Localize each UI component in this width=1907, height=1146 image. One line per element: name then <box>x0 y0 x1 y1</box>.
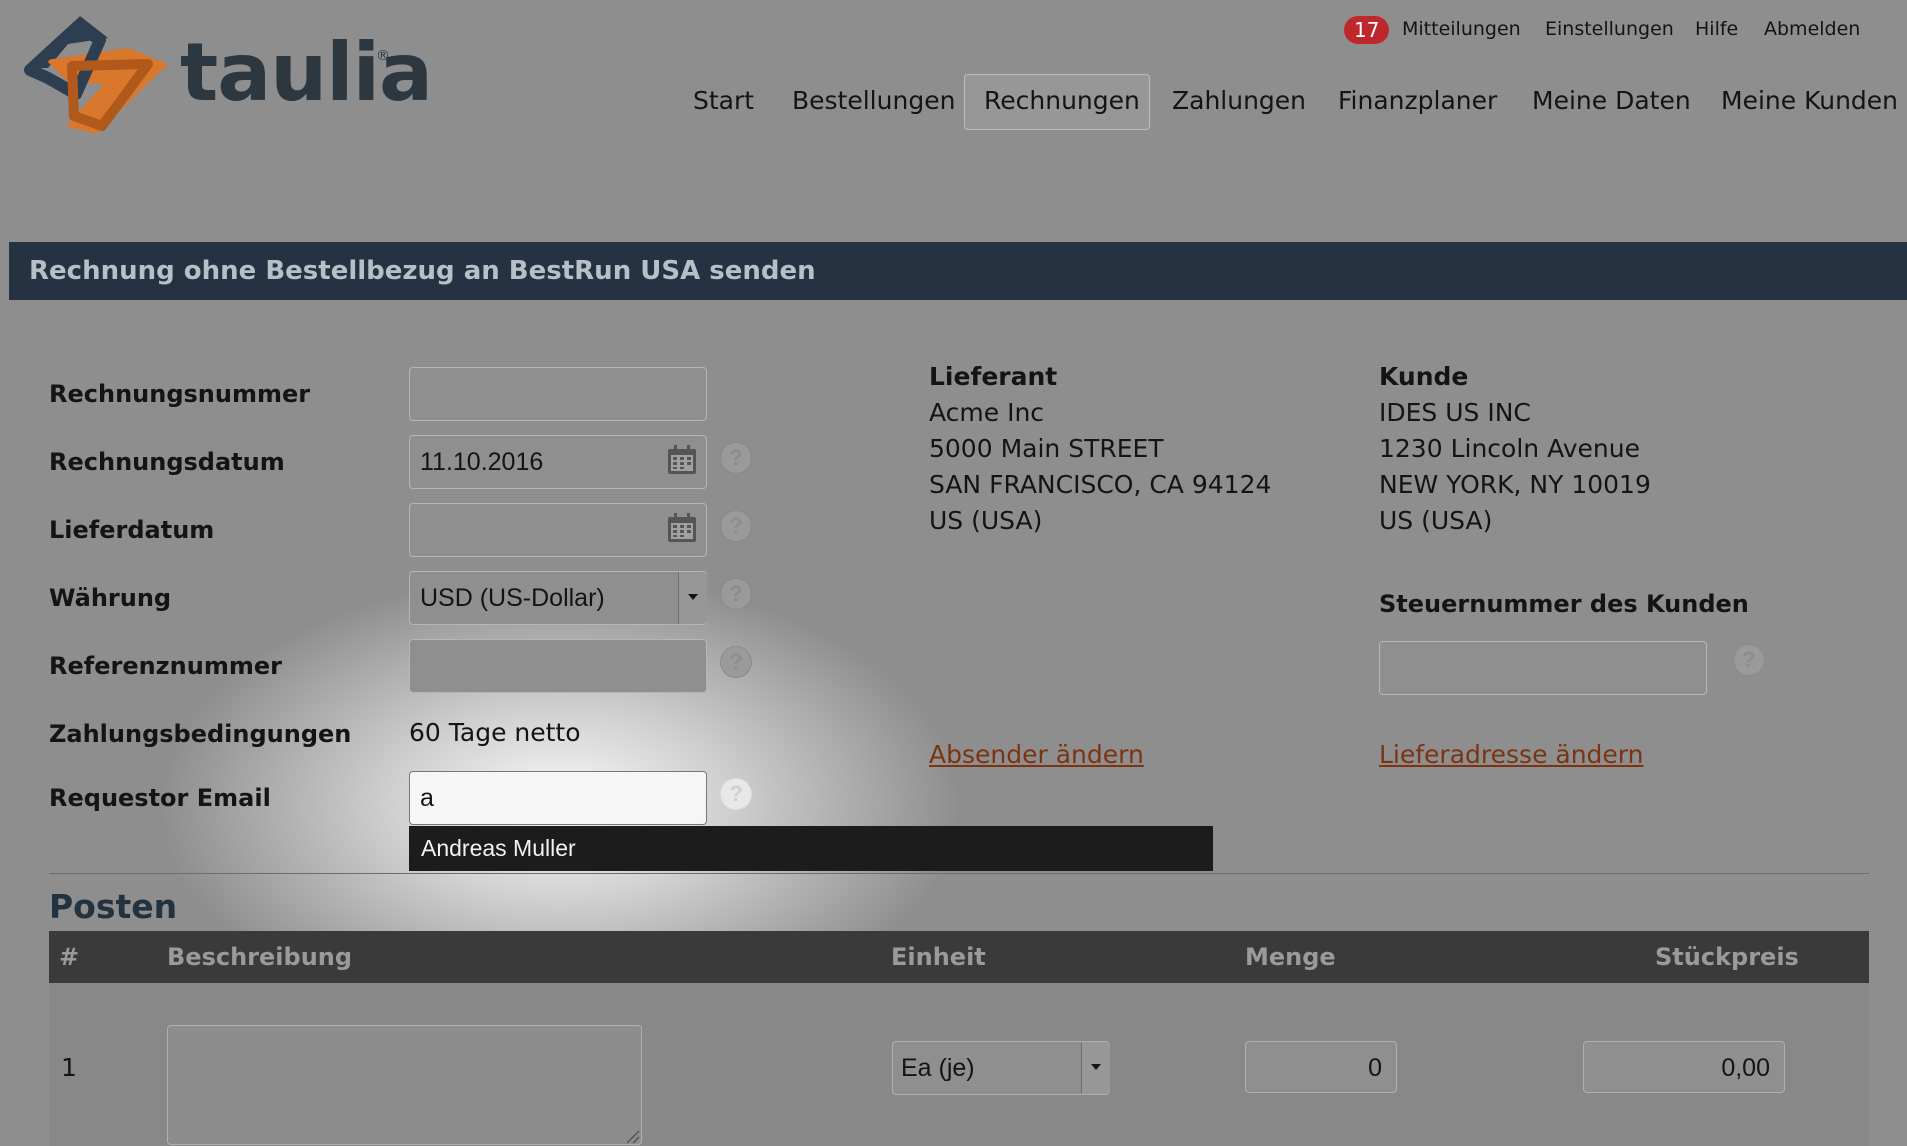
help-icon[interactable]: ? <box>720 510 752 542</box>
payment-terms-label: Zahlungsbedingungen <box>49 720 352 748</box>
calendar-icon[interactable] <box>667 445 697 475</box>
column-header-unit-price: Stückpreis <box>1655 943 1799 971</box>
currency-select[interactable]: USD (US-Dollar) <box>409 571 707 625</box>
help-icon[interactable]: ? <box>720 778 752 810</box>
change-sender-link[interactable]: Absender ändern <box>929 740 1144 769</box>
reference-number-input[interactable] <box>409 639 707 693</box>
autocomplete-dropdown[interactable]: Andreas Muller <box>409 826 1213 871</box>
help-icon[interactable]: ? <box>720 578 752 610</box>
supplier-line: Acme Inc <box>929 398 1045 427</box>
currency-label: Währung <box>49 584 172 612</box>
delivery-date-label: Lieferdatum <box>49 516 215 544</box>
customer-tax-label: Steuernummer des Kunden <box>1379 590 1749 618</box>
requestor-email-label: Requestor Email <box>49 784 271 812</box>
customer-block: Kunde IDES US INC 1230 Lincoln Avenue NE… <box>1379 362 1899 782</box>
supplier-line: 5000 Main STREET <box>929 434 1164 463</box>
description-textarea[interactable] <box>167 1025 642 1145</box>
unit-select[interactable]: Ea (je) <box>892 1041 1110 1095</box>
items-table-header: # Beschreibung Einheit Menge Stückpreis <box>49 931 1869 983</box>
calendar-icon[interactable] <box>667 513 697 543</box>
invoice-date-input[interactable]: 11.10.2016 <box>409 435 707 489</box>
requestor-email-input[interactable]: a <box>409 771 707 825</box>
payment-terms-value: 60 Tage netto <box>409 718 581 747</box>
chevron-down-icon[interactable] <box>678 572 707 624</box>
reference-number-label: Referenznummer <box>49 652 282 680</box>
supplier-line: US (USA) <box>929 506 1043 535</box>
autocomplete-suggestion[interactable]: Andreas Muller <box>421 835 576 862</box>
invoice-number-input[interactable] <box>409 367 707 421</box>
customer-line: US (USA) <box>1379 506 1493 535</box>
supplier-block: Lieferant Acme Inc 5000 Main STREET SAN … <box>929 362 1349 782</box>
column-header-unit: Einheit <box>891 943 986 971</box>
section-divider <box>49 873 1869 874</box>
help-icon[interactable]: ? <box>720 646 752 678</box>
supplier-heading: Lieferant <box>929 362 1058 391</box>
help-icon[interactable]: ? <box>1733 644 1765 676</box>
unit-price-input[interactable]: 0,00 <box>1583 1041 1785 1093</box>
resize-handle-icon[interactable] <box>624 1128 640 1144</box>
row-index: 1 <box>61 1053 77 1082</box>
help-icon[interactable]: ? <box>720 442 752 474</box>
customer-heading: Kunde <box>1379 362 1469 391</box>
customer-line: NEW YORK, NY 10019 <box>1379 470 1651 499</box>
column-header-quantity: Menge <box>1245 943 1336 971</box>
supplier-line: SAN FRANCISCO, CA 94124 <box>929 470 1272 499</box>
column-header-index: # <box>59 943 80 971</box>
customer-line: 1230 Lincoln Avenue <box>1379 434 1640 463</box>
items-section-title: Posten <box>49 887 178 926</box>
change-delivery-address-link[interactable]: Lieferadresse ändern <box>1379 740 1644 769</box>
invoice-number-label: Rechnungsnummer <box>49 380 311 408</box>
delivery-date-input[interactable] <box>409 503 707 557</box>
quantity-input[interactable]: 0 <box>1245 1041 1397 1093</box>
customer-tax-input[interactable] <box>1379 641 1707 695</box>
customer-line: IDES US INC <box>1379 398 1531 427</box>
invoice-date-label: Rechnungsdatum <box>49 448 285 476</box>
column-header-description: Beschreibung <box>167 943 353 971</box>
chevron-down-icon[interactable] <box>1081 1042 1110 1094</box>
